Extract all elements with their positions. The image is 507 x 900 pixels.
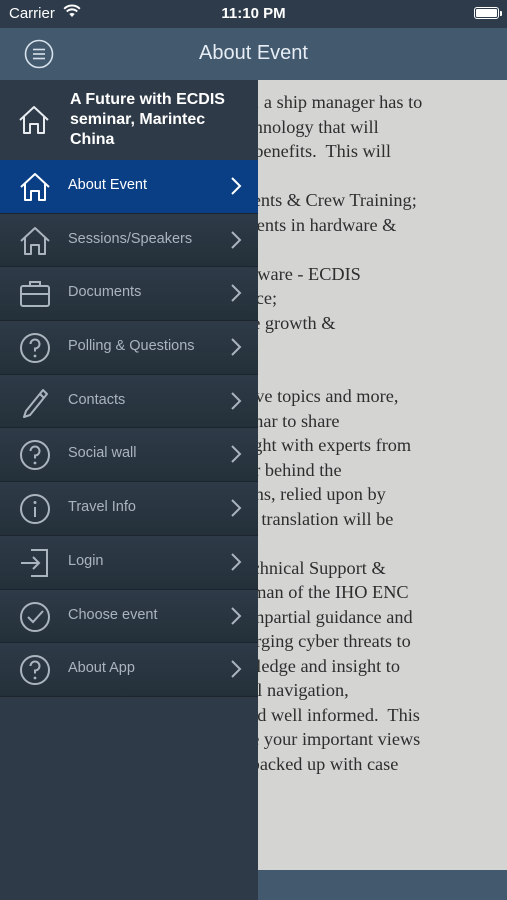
chevron-right-icon bbox=[231, 338, 242, 356]
question-icon bbox=[20, 440, 50, 471]
chevron-right-icon bbox=[231, 660, 242, 678]
chevron-right-icon bbox=[231, 445, 242, 464]
battery-tip bbox=[500, 11, 502, 16]
menu-item-label: Social wall bbox=[68, 445, 137, 462]
pencil-icon bbox=[23, 388, 48, 418]
menu-item-label: Contacts bbox=[68, 391, 126, 408]
chevron-right-icon bbox=[231, 230, 242, 249]
chevron-right-icon bbox=[231, 392, 242, 410]
drawer-menu: About Event Sessions/Speakers Documents Pol… bbox=[0, 160, 258, 697]
home-icon bbox=[19, 106, 49, 134]
home-icon bbox=[20, 173, 50, 201]
chevron-right-icon bbox=[231, 284, 242, 303]
home-icon bbox=[20, 226, 50, 255]
menu-item-label: Login bbox=[68, 552, 104, 569]
question-icon bbox=[20, 655, 50, 686]
chevron-right-icon bbox=[231, 553, 242, 571]
drawer-header: A Future with ECDIS seminar, Marintec Ch… bbox=[0, 80, 258, 160]
menu-item-about-app[interactable]: About App bbox=[0, 643, 258, 697]
nav-bar: About Event bbox=[0, 28, 507, 80]
clock: 11:10 PM bbox=[221, 5, 286, 22]
checkmark-icon bbox=[20, 601, 50, 632]
menu-item-travel-info[interactable]: Travel Info bbox=[0, 482, 258, 536]
event-title: A Future with ECDIS seminar, Marintec Ch… bbox=[70, 91, 225, 148]
menu-item-social-wall[interactable]: Social wall bbox=[0, 428, 258, 483]
login-icon bbox=[21, 548, 48, 577]
menu-item-sessions-speakers[interactable]: Sessions/Speakers bbox=[0, 213, 258, 268]
menu-item-label: Sessions/Speakers bbox=[68, 230, 193, 247]
page-title: About Event bbox=[199, 42, 308, 64]
menu-item-label: Documents bbox=[68, 284, 142, 301]
menu-item-polling-questions[interactable]: Polling & Questions bbox=[0, 321, 258, 375]
menu-item-label: About App bbox=[68, 660, 135, 677]
battery-icon bbox=[474, 7, 499, 19]
question-icon bbox=[20, 333, 50, 364]
side-drawer: A Future with ECDIS seminar, Marintec Ch… bbox=[0, 80, 258, 900]
menu-item-login[interactable]: Login bbox=[0, 535, 258, 590]
status-bar: Carrier 11:10 PM bbox=[0, 0, 507, 28]
menu-item-label: About Event bbox=[68, 177, 147, 193]
menu-item-contacts[interactable]: Contacts bbox=[0, 374, 258, 429]
info-icon bbox=[20, 494, 50, 525]
menu-item-choose-event[interactable]: Choose event bbox=[0, 589, 258, 644]
menu-item-label: Travel Info bbox=[68, 499, 136, 516]
menu-item-label: Polling & Questions bbox=[68, 338, 195, 355]
chevron-right-icon bbox=[231, 606, 242, 625]
menu-item-about-event[interactable]: About Event bbox=[0, 160, 258, 214]
chevron-right-icon bbox=[231, 177, 242, 195]
chevron-right-icon bbox=[231, 499, 242, 517]
menu-item-label: Choose event bbox=[68, 606, 158, 623]
menu-item-documents[interactable]: Documents bbox=[0, 267, 258, 322]
briefcase-icon bbox=[20, 281, 50, 308]
